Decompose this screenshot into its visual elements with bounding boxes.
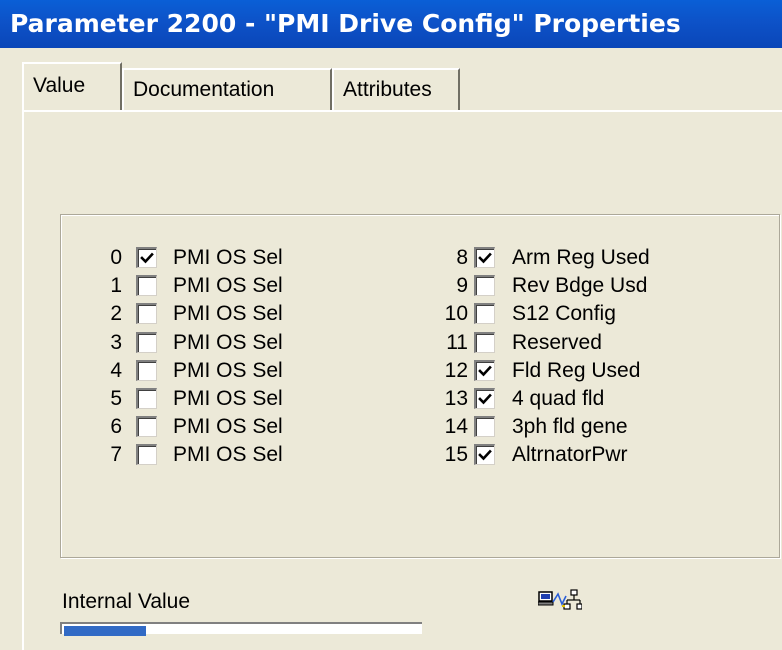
bit-number: 10 bbox=[444, 302, 468, 326]
bit-checkbox-8[interactable] bbox=[474, 247, 495, 268]
bit-label: 3ph fld gene bbox=[512, 415, 628, 439]
bit-checkbox-15[interactable] bbox=[474, 444, 495, 466]
bit-number: 11 bbox=[446, 330, 468, 354]
bit-checkbox-0[interactable] bbox=[136, 247, 157, 268]
bit-number: 2 bbox=[110, 302, 122, 326]
bit-label: S12 Config bbox=[512, 302, 616, 326]
bit-label: PMI OS Sel bbox=[173, 330, 283, 354]
bit-checkbox-7[interactable] bbox=[136, 444, 157, 466]
bit-label: Rev Bdge Usd bbox=[512, 274, 648, 298]
network-computer-icon[interactable] bbox=[537, 588, 583, 621]
bit-label: AltrnatorPwr bbox=[512, 443, 628, 467]
bit-number: 13 bbox=[444, 387, 468, 410]
bit-number: 3 bbox=[110, 330, 122, 354]
bit-checkbox-13[interactable] bbox=[474, 388, 495, 409]
bit-checkbox-10[interactable] bbox=[474, 303, 495, 325]
bit-label: PMI OS Sel bbox=[173, 302, 283, 326]
bit-label: PMI OS Sel bbox=[173, 274, 283, 298]
bit-number: 9 bbox=[456, 274, 468, 298]
tab-documentation[interactable]: Documentation bbox=[122, 68, 332, 110]
bit-checkbox-12[interactable] bbox=[474, 359, 495, 381]
bit-number: 7 bbox=[110, 443, 122, 467]
bit-number: 6 bbox=[110, 415, 122, 439]
bit-checkbox-3[interactable] bbox=[136, 331, 157, 353]
bit-label: PMI OS Sel bbox=[173, 415, 283, 439]
bit-checkbox-14[interactable] bbox=[474, 416, 495, 438]
bit-checkbox-1[interactable] bbox=[136, 275, 157, 297]
bit-checkbox-11[interactable] bbox=[474, 331, 495, 353]
bit-number: 5 bbox=[110, 387, 122, 410]
internal-value-label: Internal Value bbox=[62, 590, 191, 613]
tab-value[interactable]: Value bbox=[22, 62, 122, 110]
window-title: Parameter 2200 - "PMI Drive Config" Prop… bbox=[0, 0, 782, 48]
bit-label: PMI OS Sel bbox=[173, 358, 283, 382]
bit-label: Fld Reg Used bbox=[512, 358, 641, 382]
bit-label: PMI OS Sel bbox=[173, 387, 283, 410]
bit-number: 15 bbox=[444, 443, 468, 467]
bit-number: 1 bbox=[110, 274, 122, 298]
bit-number: 8 bbox=[456, 246, 468, 269]
bit-label: Arm Reg Used bbox=[512, 246, 650, 269]
bit-label: 4 quad fld bbox=[512, 387, 605, 410]
bit-label: PMI OS Sel bbox=[173, 246, 283, 269]
bit-checkbox-6[interactable] bbox=[136, 416, 157, 438]
bit-number: 4 bbox=[110, 358, 122, 382]
bit-groupbox bbox=[60, 214, 780, 558]
bit-number: 14 bbox=[444, 415, 468, 439]
tab-attributes[interactable]: Attributes bbox=[332, 68, 460, 110]
bit-number: 0 bbox=[110, 246, 122, 269]
bit-checkbox-9[interactable] bbox=[474, 275, 495, 297]
bit-number: 12 bbox=[444, 358, 468, 382]
bit-checkbox-2[interactable] bbox=[136, 303, 157, 325]
internal-value-input[interactable] bbox=[60, 622, 422, 636]
bit-checkbox-5[interactable] bbox=[136, 388, 157, 409]
bit-label: Reserved bbox=[512, 330, 602, 354]
bit-label: PMI OS Sel bbox=[173, 443, 283, 467]
bit-checkbox-4[interactable] bbox=[136, 359, 157, 381]
